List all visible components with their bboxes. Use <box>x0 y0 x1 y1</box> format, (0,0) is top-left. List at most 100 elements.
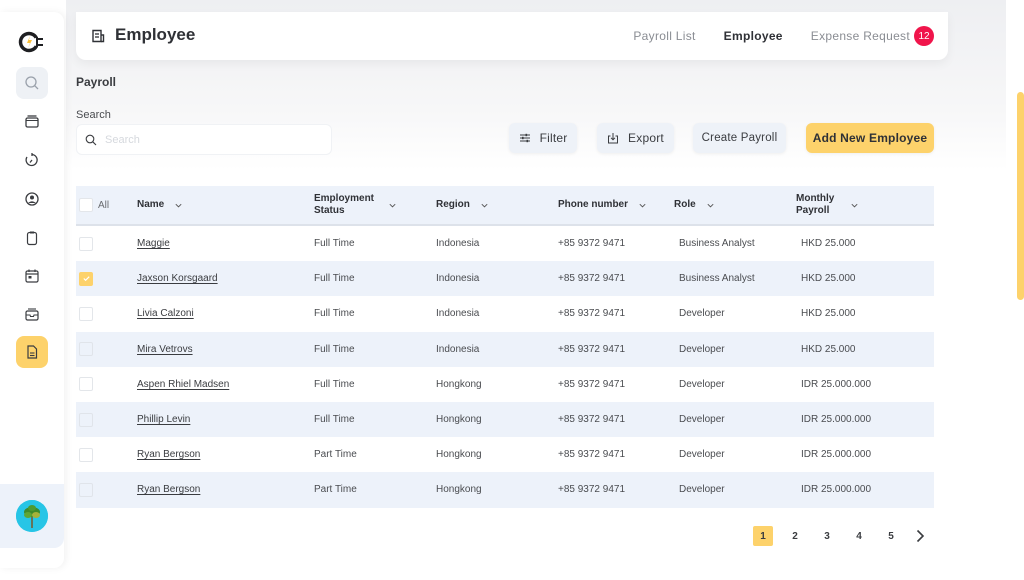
chevron-down-icon <box>639 203 646 207</box>
page-title: Employee <box>115 25 196 44</box>
employee-name-link[interactable]: Mira Vetrovs <box>137 344 193 355</box>
employee-name-link[interactable]: Ryan Bergson <box>137 484 200 495</box>
table-row: Livia Calzoni Full Time Indonesia +85 9372 … <box>76 296 934 331</box>
tab-employee[interactable]: Employee <box>724 29 783 43</box>
sidebar-item-document[interactable] <box>16 336 48 368</box>
cell-role: Developer <box>679 484 725 496</box>
sidebar-item-inbox[interactable] <box>16 298 48 330</box>
column-header-employment-status[interactable]: Employment Status <box>314 186 397 224</box>
tab-expense-request[interactable]: Expense Request <box>811 29 910 43</box>
wallet-icon <box>25 115 39 128</box>
cell-role: Developer <box>679 449 725 461</box>
cell-name: Mira Vetrovs <box>137 332 193 367</box>
cell-employment-status: Part Time <box>314 449 357 461</box>
employee-name-link[interactable]: Aspen Rhiel Madsen <box>137 379 229 390</box>
calendar-icon <box>25 269 39 283</box>
column-header-monthly-payroll[interactable]: Monthly Payroll <box>796 186 859 224</box>
profile-area <box>0 484 64 548</box>
cell-employment-status: Full Time <box>314 273 355 285</box>
table-row: Maggie Full Time Indonesia +85 9372 9471 Bus… <box>76 226 934 261</box>
search-icon <box>85 134 97 145</box>
user-avatar[interactable] <box>16 500 48 532</box>
chevron-down-icon <box>389 203 396 207</box>
sliders-icon <box>519 133 530 143</box>
filter-label: Filter <box>539 131 568 145</box>
cell-region: Hongkong <box>436 378 482 390</box>
page-3-button[interactable]: 3 <box>817 526 837 546</box>
page-2-button[interactable]: 2 <box>785 526 805 546</box>
cell-employment-status: Full Time <box>314 414 355 426</box>
page-1-button[interactable]: 1 <box>753 526 773 546</box>
sidebar-item-clipboard[interactable] <box>16 222 48 254</box>
add-new-employee-button[interactable]: Add New Employee <box>806 123 934 153</box>
clipboard-icon <box>26 231 38 246</box>
cell-role: Business Analyst <box>679 238 755 250</box>
row-checkbox[interactable] <box>79 412 93 427</box>
table-row: Phillip Levin Full Time Hongkong +85 9372 9… <box>76 401 934 438</box>
page-4-button[interactable]: 4 <box>849 526 869 546</box>
cell-name: Jaxson Korsgaard <box>137 261 218 296</box>
row-checkbox[interactable] <box>79 447 93 462</box>
document-icon <box>92 29 105 43</box>
chevron-down-icon <box>851 203 858 207</box>
cell-monthly-payroll: IDR 25.000.000 <box>801 378 872 390</box>
cell-region: Hongkong <box>436 449 482 461</box>
cell-monthly-payroll: HKD 25.000 <box>801 238 856 250</box>
sidebar-item-calendar[interactable] <box>16 260 48 292</box>
table-row: Ryan Bergson Part Time Hongkong +85 9372 94… <box>76 472 934 508</box>
create-payroll-button[interactable]: Create Payroll <box>693 123 786 153</box>
sidebar-item-wallet[interactable] <box>16 105 48 137</box>
column-header-role[interactable]: Role <box>674 186 715 224</box>
cell-monthly-payroll: IDR 25.000.000 <box>801 449 872 461</box>
page-header: Employee Payroll List Employee Expense R… <box>76 12 948 60</box>
tab-payroll-list[interactable]: Payroll List <box>633 29 695 43</box>
row-checkbox[interactable] <box>79 236 93 251</box>
cell-phone: +85 9372 9471 <box>558 449 626 461</box>
row-select <box>79 472 93 507</box>
employee-name-link[interactable]: Phillip Levin <box>137 414 190 425</box>
employee-name-link[interactable]: Ryan Bergson <box>137 449 200 460</box>
section-label: Payroll <box>76 75 117 89</box>
filter-button[interactable]: Filter <box>509 123 577 153</box>
employee-name-link[interactable]: Livia Calzoni <box>137 308 194 319</box>
pagination: 1 2 3 4 5 <box>753 526 927 546</box>
page-5-button[interactable]: 5 <box>881 526 901 546</box>
timer-icon <box>25 153 38 167</box>
cell-phone: +85 9372 9471 <box>558 414 626 426</box>
employee-name-link[interactable]: Jaxson Korsgaard <box>137 273 218 284</box>
row-checkbox[interactable] <box>79 377 93 392</box>
employee-name-link[interactable]: Maggie <box>137 238 170 249</box>
cell-monthly-payroll: HKD 25.000 <box>801 343 856 355</box>
row-checkbox[interactable] <box>79 306 93 321</box>
sidebar-item-search[interactable] <box>16 67 48 99</box>
sidebar-item-profile[interactable] <box>16 183 48 215</box>
search-icon <box>25 76 39 90</box>
cell-region: Hongkong <box>436 414 482 426</box>
cell-phone: +85 9372 9471 <box>558 378 626 390</box>
row-checkbox[interactable] <box>79 342 93 357</box>
column-header-name[interactable]: Name <box>137 186 183 224</box>
export-label: Export <box>628 131 664 145</box>
chevron-down-icon <box>175 203 182 207</box>
cell-monthly-payroll: IDR 25.000.000 <box>801 484 872 496</box>
select-all-checkbox[interactable] <box>79 198 93 212</box>
vertical-scrollbar[interactable] <box>1017 92 1024 300</box>
sidebar-item-timer[interactable] <box>16 144 48 176</box>
chevron-down-icon <box>481 203 488 207</box>
cell-employment-status: Full Time <box>314 308 355 320</box>
column-header-phone-number[interactable]: Phone number <box>558 186 647 224</box>
cell-role: Developer <box>679 343 725 355</box>
row-checkbox[interactable] <box>79 482 93 497</box>
row-select <box>79 402 93 437</box>
column-header-region[interactable]: Region <box>436 186 489 224</box>
cell-role: Business Analyst <box>679 273 755 285</box>
brand-logo[interactable] <box>18 30 46 54</box>
cell-phone: +85 9372 9471 <box>558 273 626 285</box>
cell-employment-status: Part Time <box>314 484 357 496</box>
export-button[interactable]: Export <box>597 123 674 153</box>
table-row: Aspen Rhiel Madsen Full Time Hongkong +85 9… <box>76 367 934 402</box>
next-page-button[interactable] <box>913 526 927 546</box>
row-checkbox[interactable] <box>79 271 93 286</box>
search-input[interactable] <box>105 133 305 146</box>
cell-role: Developer <box>679 378 725 390</box>
